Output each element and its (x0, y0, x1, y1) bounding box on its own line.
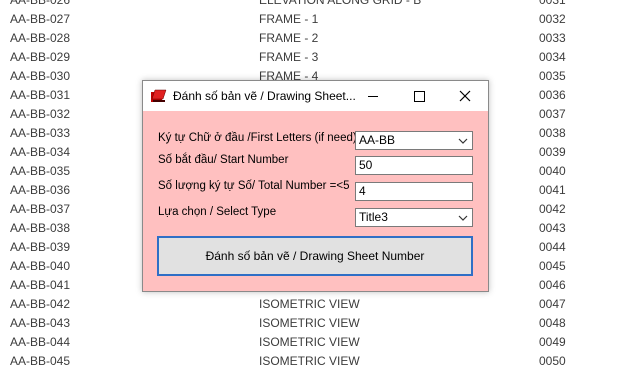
sheet-code: 0045 (539, 259, 566, 273)
dialog-titlebar[interactable]: Đánh số bản vẽ / Drawing Sheet... (143, 81, 488, 111)
first-letters-value: AA-BB (359, 133, 396, 147)
sheet-code: 0049 (539, 335, 566, 349)
start-number-value: 50 (359, 158, 373, 172)
sheet-code: 0041 (539, 183, 566, 197)
sheet-name: FRAME - 1 (259, 12, 319, 26)
sheet-code: 0036 (539, 88, 566, 102)
sheet-code: 0039 (539, 145, 566, 159)
first-letters-label: Ký tự Chữ ở đầu /First Letters (if need) (158, 132, 357, 144)
sheet-number: AA-BB-037 (10, 202, 71, 216)
chevron-down-icon (458, 138, 468, 144)
sheet-name: FRAME - 3 (259, 50, 319, 64)
sheet-number: AA-BB-045 (10, 354, 71, 368)
sheet-code: 0044 (539, 240, 566, 254)
first-letters-combo[interactable]: AA-BB (355, 131, 473, 150)
total-number-value: 4 (359, 184, 366, 198)
sheet-name: ISOMETRIC VIEW (259, 335, 360, 349)
sheet-number: AA-BB-030 (10, 69, 71, 83)
sheet-code: 0037 (539, 107, 566, 121)
sheet-number: AA-BB-041 (10, 278, 71, 292)
sheet-code: 0038 (539, 126, 566, 140)
select-type-combo[interactable]: Title3 (355, 208, 473, 227)
select-type-value: Title3 (359, 210, 388, 224)
minimize-button[interactable] (350, 81, 396, 111)
sheet-number: AA-BB-038 (10, 221, 71, 235)
total-number-label: Số lượng ký tự Số/ Total Number =<5 (158, 180, 350, 192)
sheet-number: AA-BB-035 (10, 164, 71, 178)
sheet-code: 0042 (539, 202, 566, 216)
drawing-sheet-number-button[interactable]: Đánh số bản vẽ / Drawing Sheet Number (157, 236, 473, 276)
sheet-row[interactable]: AA-BB-026 ELEVATION ALONG GRID - B 0031 (0, 0, 633, 10)
sheet-name: ELEVATION ALONG GRID - B (259, 0, 422, 7)
dialog-title: Đánh số bản vẽ / Drawing Sheet... (173, 89, 356, 103)
sheet-row[interactable]: AA-BB-044 ISOMETRIC VIEW 0049 (0, 333, 633, 352)
sheet-row[interactable]: AA-BB-043 ISOMETRIC VIEW 0048 (0, 314, 633, 333)
maximize-button[interactable] (396, 81, 442, 111)
sheet-number: AA-BB-027 (10, 12, 71, 26)
sheet-number: AA-BB-043 (10, 316, 71, 330)
sheet-number: AA-BB-032 (10, 107, 71, 121)
sheet-row[interactable]: AA-BB-029 FRAME - 3 0034 (0, 48, 633, 67)
sheet-number: AA-BB-031 (10, 88, 71, 102)
drawing-sheet-dialog: Đánh số bản vẽ / Drawing Sheet... Ký tự … (142, 80, 489, 292)
chevron-down-icon (458, 215, 468, 221)
sheet-code: 0032 (539, 12, 566, 26)
total-number-input[interactable]: 4 (355, 182, 473, 201)
sheet-code: 0047 (539, 297, 566, 311)
sheet-row[interactable]: AA-BB-045 ISOMETRIC VIEW 0050 (0, 352, 633, 371)
sheet-code: 0040 (539, 164, 566, 178)
sheet-number: AA-BB-036 (10, 183, 71, 197)
sheet-number: AA-BB-026 (10, 0, 71, 7)
select-type-label: Lựa chọn / Select Type (158, 206, 277, 218)
sheet-name: ISOMETRIC VIEW (259, 297, 360, 311)
close-icon (459, 90, 471, 102)
sheet-code: 0050 (539, 354, 566, 368)
sheet-number: AA-BB-034 (10, 145, 71, 159)
sheet-row[interactable]: AA-BB-028 FRAME - 2 0033 (0, 29, 633, 48)
sheet-name: FRAME - 2 (259, 31, 319, 45)
sheet-number: AA-BB-028 (10, 31, 71, 45)
app-icon (151, 89, 167, 103)
sheet-number: AA-BB-042 (10, 297, 71, 311)
sheet-code: 0033 (539, 31, 566, 45)
sheet-code: 0031 (539, 0, 566, 7)
sheet-code: 0046 (539, 278, 566, 292)
sheet-name: ISOMETRIC VIEW (259, 316, 360, 330)
minimize-icon (368, 96, 378, 97)
sheet-row[interactable]: AA-BB-042 ISOMETRIC VIEW 0047 (0, 295, 633, 314)
sheet-number: AA-BB-033 (10, 126, 71, 140)
sheet-code: 0048 (539, 316, 566, 330)
close-button[interactable] (442, 81, 488, 111)
maximize-icon (414, 91, 425, 102)
start-number-input[interactable]: 50 (355, 156, 473, 175)
start-number-label: Số bắt đầu/ Start Number (158, 154, 289, 166)
sheet-row[interactable]: AA-BB-027 FRAME - 1 0032 (0, 10, 633, 29)
sheet-code: 0034 (539, 50, 566, 64)
sheet-number: AA-BB-039 (10, 240, 71, 254)
sheet-number: AA-BB-040 (10, 259, 71, 273)
sheet-code: 0035 (539, 69, 566, 83)
sheet-number: AA-BB-044 (10, 335, 71, 349)
sheet-number: AA-BB-029 (10, 50, 71, 64)
sheet-name: ISOMETRIC VIEW (259, 354, 360, 368)
sheet-code: 0043 (539, 221, 566, 235)
